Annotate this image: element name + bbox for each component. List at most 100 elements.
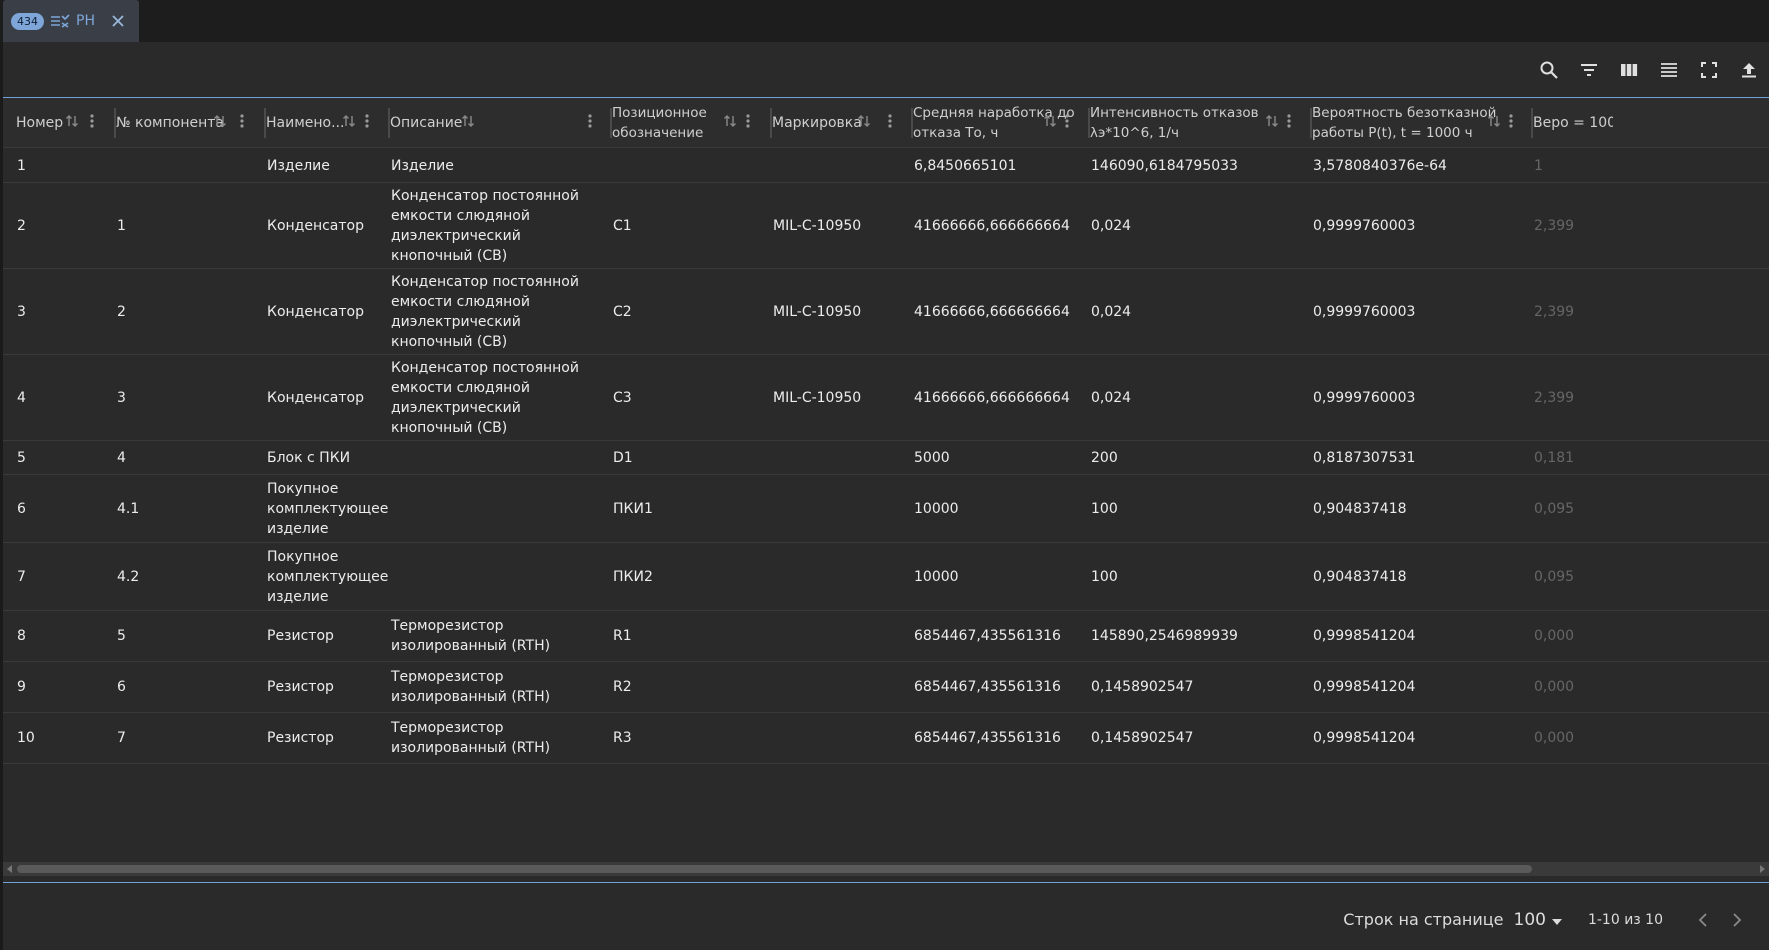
pagination-footer: Строк на странице 100 1-10 из 10 [3,892,1769,947]
column-menu-icon[interactable] [746,114,750,128]
cell-name: Покупное комплектующее изделие [267,548,389,605]
column-header-mtbf[interactable]: Средняя наработка до отказа То, ч [913,98,1090,148]
column-header-label: Описание [390,115,463,131]
column-menu-icon[interactable] [1287,114,1291,128]
cell-comp: 2 [117,303,126,320]
sort-icon[interactable] [1043,114,1057,128]
cell-name: Конденсатор [267,217,364,234]
cell-rate: 0,1458902547 [1091,679,1194,695]
close-icon[interactable] [111,14,125,28]
cell-mark [773,611,906,661]
cell-num: 7 [17,568,26,585]
checklist-icon [50,14,70,28]
cell-rate: 145890,2546989939 [1091,628,1238,644]
caret-down-icon [1551,910,1562,930]
column-menu-icon[interactable] [1065,114,1069,128]
cell-prob: 0,8187307531 [1313,449,1416,466]
cell-num: 2 [17,217,26,234]
columns-icon[interactable] [1617,58,1641,82]
cell-rate: 0,1458902547 [1091,730,1194,746]
export-icon[interactable] [1737,58,1761,82]
table-row[interactable]: 7 4.2 Покупное комплектующее изделие ПКИ2 10… [3,543,1769,611]
cell-mark [773,662,906,712]
sort-icon[interactable] [1265,114,1279,128]
table-row[interactable]: 3 2 Конденсатор Конденсатор постоянной емко… [3,269,1769,355]
sort-icon[interactable] [213,114,227,128]
column-header-extra[interactable]: Веро = 100 [1533,98,1613,148]
column-menu-icon[interactable] [90,114,94,128]
sort-icon[interactable] [342,114,356,128]
cell-desc [391,543,596,610]
cell-mtbf: 6854467,435561316 [914,679,1061,695]
search-icon[interactable] [1537,58,1561,82]
column-header-desc[interactable]: Описание [390,98,612,148]
table-row[interactable]: 2 1 Конденсатор Конденсатор постоянной емко… [3,183,1769,269]
cell-prob: 0,9999760003 [1313,217,1416,234]
cell-pos: ПКИ1 [613,500,653,517]
column-header-pos[interactable]: Позиционное обозначение [612,98,772,148]
column-header-prob[interactable]: Вероятность безотказной работы P(t), t =… [1312,98,1533,148]
cell-pos: R3 [613,730,632,746]
column-menu-icon[interactable] [888,114,892,128]
page-range: 1-10 из 10 [1587,911,1663,928]
column-header-label: Номер [16,115,64,131]
cell-desc: Конденсатор постоянной емкости слюдяной … [391,359,579,436]
density-icon[interactable] [1657,58,1681,82]
cell-desc: Терморезистор изолированный (RTH) [391,669,551,705]
fullscreen-icon[interactable] [1697,58,1721,82]
cell-name: Конденсатор [267,389,364,406]
cell-rate: 200 [1091,449,1118,466]
cell-rate: 0,024 [1091,303,1132,320]
column-header-label: Маркировка [772,115,862,131]
cell-rate: 100 [1091,568,1118,585]
chevron-left-icon[interactable] [1691,908,1715,932]
table-row[interactable]: 10 7 Резистор Терморезистор изолированный (… [3,713,1769,764]
column-header-mark[interactable]: Маркировка [772,98,913,148]
cell-rate: 100 [1091,500,1118,517]
cell-mark [773,713,906,763]
cell-pos: D1 [613,449,633,466]
cell-prob: 0,9999760003 [1313,303,1416,320]
table-row[interactable]: 4 3 Конденсатор Конденсатор постоянной емко… [3,355,1769,441]
table-row[interactable]: 5 4 Блок с ПКИ D1 5000 200 0,8187307531 0,181 [3,441,1769,475]
cell-extra: 1 [1534,157,1543,174]
column-header-rate[interactable]: Интенсивность отказов λэ*10^6, 1/ч [1090,98,1312,148]
rows-per-page-select[interactable]: 100 [1514,910,1562,930]
scrollbar-thumb[interactable] [17,865,1532,873]
cell-desc [391,475,596,542]
cell-pos: C2 [613,303,632,320]
scroll-left-icon[interactable] [5,864,15,874]
grid-toolbar [1537,56,1761,84]
cell-pos: ПКИ2 [613,568,653,585]
sort-icon[interactable] [65,114,79,128]
table-row[interactable]: 8 5 Резистор Терморезистор изолированный (R… [3,611,1769,662]
sort-icon[interactable] [461,114,475,128]
column-menu-icon[interactable] [588,114,592,128]
cell-comp: 5 [117,628,126,644]
chevron-right-icon[interactable] [1725,908,1749,932]
column-header-name[interactable]: Наимено... [266,98,390,148]
column-header-comp[interactable]: № компонента [116,98,266,148]
cell-comp [117,149,259,182]
table-row[interactable]: 9 6 Резистор Терморезистор изолированный (R… [3,662,1769,713]
column-menu-icon[interactable] [1509,114,1513,128]
cell-comp: 4 [117,449,126,466]
column-menu-icon[interactable] [365,114,369,128]
table-row[interactable]: 1 Изделие Изделие 6,8450665101 146090,618479… [3,149,1769,183]
table-row[interactable]: 6 4.1 Покупное комплектующее изделие ПКИ1 10… [3,475,1769,543]
cell-mtbf: 5000 [914,449,950,466]
filter-icon[interactable] [1577,58,1601,82]
column-header-num[interactable]: Номер [16,98,116,148]
horizontal-scrollbar[interactable] [3,862,1769,876]
rows-per-page-value: 100 [1513,909,1546,930]
cell-num: 3 [17,303,26,320]
sort-icon[interactable] [1487,114,1501,128]
tab-rn[interactable]: 434 РН [3,0,139,42]
cell-extra: 2,399 [1534,303,1575,320]
column-menu-icon[interactable] [240,114,244,128]
sort-icon[interactable] [857,114,871,128]
cell-num: 8 [17,628,26,644]
cell-rate: 146090,6184795033 [1091,157,1238,174]
scroll-right-icon[interactable] [1757,864,1767,874]
sort-icon[interactable] [723,114,737,128]
